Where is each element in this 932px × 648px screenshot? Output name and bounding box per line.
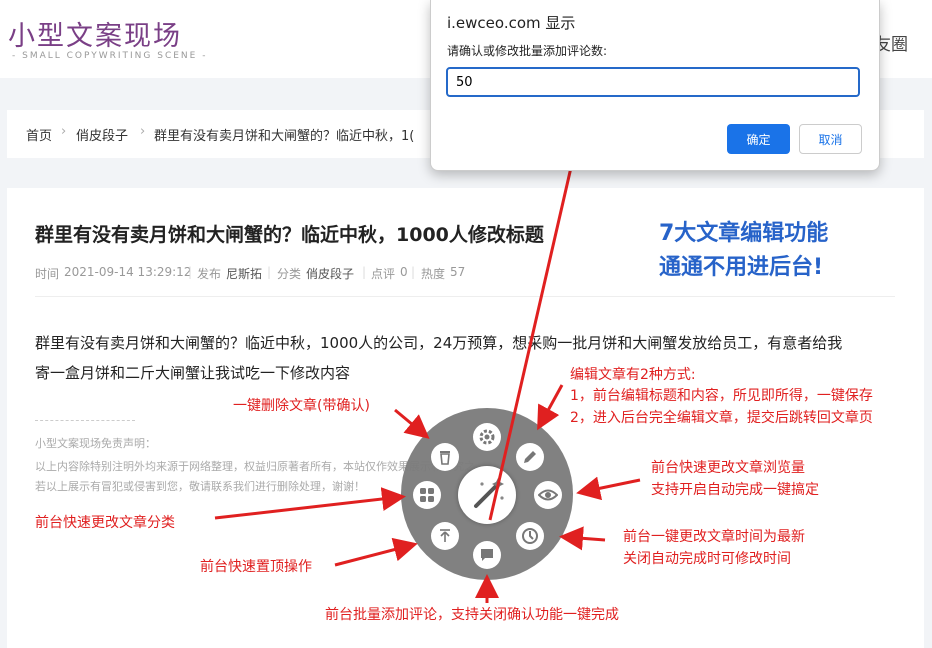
delete-button[interactable]	[431, 443, 459, 471]
edit-button[interactable]	[516, 443, 544, 471]
annotation-edit-title: 编辑文章有2种方式:	[570, 367, 696, 383]
annotation-edit-1: 1，前台编辑标题和内容，所见即所得，一键保存	[570, 388, 873, 404]
trash-icon	[440, 451, 450, 465]
dialog-message: 请确认或修改批量添加评论数:	[447, 44, 608, 58]
meta-publish-label: 发布	[197, 267, 222, 281]
chevron-right-icon: ›	[140, 124, 146, 139]
article-title: 群里有没有卖月饼和大闸蟹的？临近中秋，1000人修改标题	[35, 224, 544, 246]
meta-heat-label: 热度	[421, 267, 446, 281]
annotation-time-2: 关闭自动完成时可修改时间	[623, 551, 791, 567]
eye-icon	[538, 489, 558, 501]
comment-icon	[481, 549, 493, 561]
pin-top-icon	[440, 529, 450, 542]
comment-count-input[interactable]	[446, 67, 860, 97]
time-button[interactable]	[516, 522, 544, 550]
meta-comments: 0	[400, 265, 408, 279]
meta-comment-label: 点评	[371, 267, 396, 281]
sticky-button[interactable]	[431, 522, 459, 550]
promo-line1: 7大文章编辑功能	[659, 221, 829, 246]
gear-icon	[479, 429, 495, 445]
annotation-edit-2: 2，进入后台完全编辑文章，提交后跳转回文章页	[570, 410, 873, 426]
magic-wand-button[interactable]	[458, 466, 516, 524]
views-button[interactable]	[534, 481, 562, 509]
annotation-sticky: 前台快速置顶操作	[200, 559, 312, 575]
pencil-icon	[524, 451, 536, 463]
meta-category[interactable]: 俏皮段子	[306, 265, 354, 282]
breadcrumb-category[interactable]: 俏皮段子	[76, 125, 128, 144]
annotation-category: 前台快速更改文章分类	[35, 515, 175, 531]
breadcrumb-current: 群里有没有卖月饼和大闸蟹的？临近中秋，1(	[154, 129, 415, 144]
meta-time: 2021-09-14 13:29:12	[64, 265, 192, 279]
meta-category-label: 分类	[277, 267, 302, 281]
disclaimer-text: 若以上展示有冒犯或侵害到您，敬请联系我们进行删除处理，谢谢！	[35, 480, 365, 493]
category-button[interactable]	[413, 481, 441, 509]
annotation-views-1: 前台快速更改文章浏览量	[651, 460, 805, 476]
annotation-time-1: 前台一键更改文章时间为最新	[623, 529, 805, 545]
divider	[35, 420, 135, 421]
chevron-right-icon: ›	[61, 124, 67, 139]
cancel-button[interactable]: 取消	[799, 124, 862, 154]
annotation-delete: 一键删除文章(带确认)	[233, 398, 370, 414]
breadcrumb-home[interactable]: 首页	[26, 125, 52, 144]
meta-time-label: 时间	[35, 267, 60, 281]
grid-icon	[420, 488, 434, 502]
annotation-comments: 前台批量添加评论，支持关闭确认功能一键完成	[325, 607, 619, 623]
clock-icon	[522, 528, 538, 544]
meta-author[interactable]: 尼斯拓	[226, 265, 262, 282]
promo-line2: 通通不用进后台!	[659, 255, 824, 280]
dialog-title: i.ewceo.com 显示	[447, 14, 576, 32]
magic-wand-icon	[474, 478, 504, 508]
article-body-line: 寄一盒月饼和二斤大闸蟹让我试吃一下修改内容	[35, 364, 351, 382]
divider	[35, 296, 895, 297]
meta-heat: 57	[450, 265, 466, 279]
prompt-dialog: i.ewceo.com 显示 请确认或修改批量添加评论数: 确定 取消	[430, 0, 880, 171]
logo-title[interactable]: 小型文案现场	[8, 14, 182, 53]
logo-subtitle: - SMALL COPYWRITING SCENE -	[12, 51, 208, 61]
ok-button[interactable]: 确定	[727, 124, 790, 154]
annotation-views-2: 支持开启自动完成一键搞定	[651, 482, 819, 498]
disclaimer-title: 小型文案现场免责声明：	[35, 437, 156, 450]
article-body-line: 群里有没有卖月饼和大闸蟹的？临近中秋，1000人的公司，24万预算，想采购一批月…	[35, 334, 843, 352]
batch-comment-button[interactable]	[473, 541, 501, 569]
settings-button[interactable]	[473, 423, 501, 451]
